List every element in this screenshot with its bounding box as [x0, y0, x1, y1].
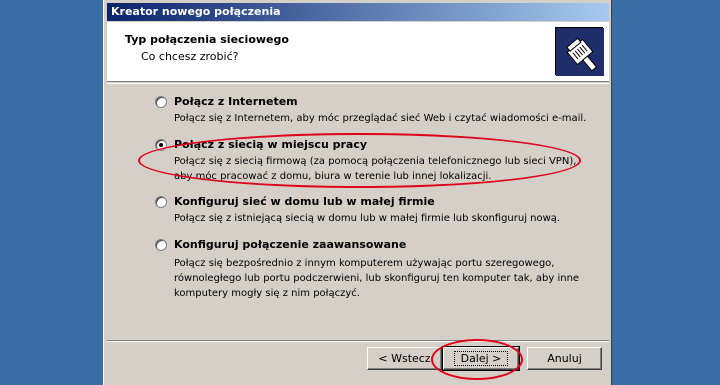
option-workplace-label[interactable]: Połącz z siecią w miejscu pracy — [174, 138, 367, 151]
back-button-label: < Wstecz — [378, 352, 431, 365]
next-button-label: Dalej > — [453, 351, 509, 366]
cancel-button-label: Anuluj — [547, 352, 582, 365]
window-title[interactable]: Kreator nowego połączenia — [107, 3, 609, 21]
option-home-network-label[interactable]: Konfiguruj sieć w domu lub w małej firmi… — [174, 195, 435, 208]
option-advanced-desc-line2: równoległego lub portu podczerwieni, lub… — [174, 273, 580, 284]
option-advanced-desc-line1: Połącz się bezpośrednio z innym komputer… — [174, 258, 555, 269]
radio-advanced[interactable] — [155, 239, 167, 251]
option-workplace-desc-line2: aby móc pracować z domu, biura w terenie… — [174, 171, 492, 182]
network-cable-icon — [555, 27, 604, 76]
wizard-window: Kreator nowego połączenia Typ połączenia… — [103, 0, 612, 385]
back-button[interactable]: < Wstecz — [367, 347, 442, 370]
option-workplace-desc-line1: Połącz się z siecią firmową (za pomocą p… — [174, 156, 577, 167]
option-advanced-label[interactable]: Konfiguruj połączenie zaawansowane — [174, 238, 406, 251]
desktop-background-left — [0, 0, 103, 385]
next-button[interactable]: Dalej > — [442, 346, 520, 371]
header-title: Typ połączenia sieciowego — [125, 33, 289, 46]
header-divider — [107, 83, 609, 84]
option-advanced-desc-line3: komputery mogły się z nim połączyć. — [174, 288, 360, 299]
radio-internet[interactable] — [155, 96, 167, 108]
option-home-network-desc: Połącz się z istniejącą siecią w domu lu… — [174, 213, 561, 224]
option-internet-desc: Połącz się z Internetem, aby móc przeglą… — [174, 113, 587, 124]
option-internet-label[interactable]: Połącz z Internetem — [174, 95, 298, 108]
radio-home-network[interactable] — [155, 196, 167, 208]
wizard-header: Typ połączenia sieciowego Co chcesz zrob… — [107, 22, 609, 82]
header-subtitle: Co chcesz zrobić? — [141, 50, 239, 63]
cancel-button[interactable]: Anuluj — [527, 347, 602, 370]
footer-divider-highlight — [107, 341, 609, 342]
radio-workplace[interactable] — [155, 139, 167, 151]
desktop-background-right — [612, 0, 720, 385]
